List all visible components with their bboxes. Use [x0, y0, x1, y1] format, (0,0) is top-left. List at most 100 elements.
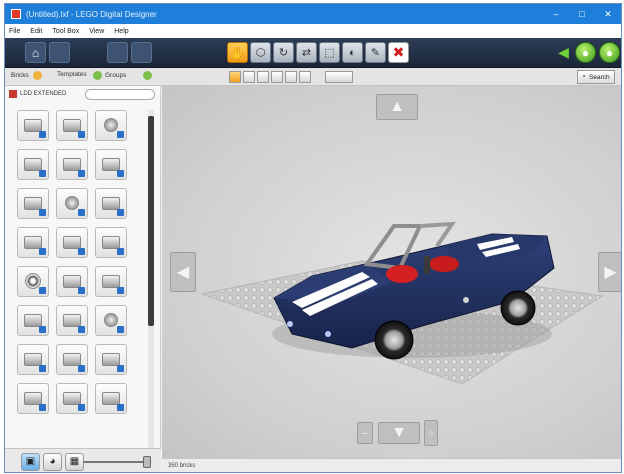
brick-tile[interactable]	[17, 227, 49, 258]
hide-tool-button[interactable]: ◐	[342, 42, 363, 63]
build-guide-button[interactable]: ●	[599, 42, 620, 63]
brick-tile[interactable]	[17, 110, 49, 141]
subtool-6-button[interactable]	[299, 71, 311, 83]
rotate-left-button[interactable]: ◀	[170, 252, 196, 292]
scene-svg	[200, 221, 604, 385]
brick-thumbnail	[104, 118, 118, 132]
filter-bricks-button[interactable]: ▣	[21, 453, 40, 471]
brick-tile[interactable]	[95, 188, 127, 219]
variant-badge-icon	[78, 131, 85, 138]
used-bricks-button[interactable]: ▦	[65, 453, 84, 471]
brick-tile[interactable]	[17, 344, 49, 375]
variant-badge-icon	[117, 170, 124, 177]
tab-groups[interactable]: Groups	[93, 71, 126, 80]
lego-car-model[interactable]	[272, 221, 555, 360]
brick-tile[interactable]	[56, 110, 88, 141]
clone-icon: ⬡	[255, 47, 266, 59]
brick-tile[interactable]	[17, 266, 49, 297]
add-group-button[interactable]	[143, 71, 155, 80]
main-toolbar: ⌂ ✋ ⬡ ↻ ⇄ ⬚ ◐ ✎ ✖ ◀ ● ●	[5, 38, 621, 68]
palette-footer: ▣ ◕ ▦	[5, 448, 161, 472]
brick-tile[interactable]	[95, 266, 127, 297]
stack-icon: ▦	[69, 456, 80, 467]
brick-tile[interactable]	[95, 344, 127, 375]
minimize-button[interactable]: –	[543, 4, 569, 24]
flex-tool-button[interactable]: ⇄	[296, 42, 317, 63]
clone-tool-button[interactable]: ⬡	[250, 42, 271, 63]
scrollbar-thumb[interactable]	[148, 116, 154, 326]
brick-tile[interactable]	[56, 305, 88, 336]
brick-palette: LDD EXTENDED ▣ ◕ ▦	[5, 86, 161, 472]
toolbar-blank-button-2[interactable]	[107, 42, 128, 63]
rotate-right-button[interactable]: ▶	[598, 252, 621, 292]
brick-tile[interactable]	[95, 383, 127, 414]
brick-tile[interactable]	[95, 305, 127, 336]
subtool-4-button[interactable]	[271, 71, 283, 83]
brick-tile[interactable]	[17, 149, 49, 180]
brick-tile[interactable]	[95, 149, 127, 180]
hinge-tool-button[interactable]: ↻	[273, 42, 294, 63]
zoom-in-button[interactable]: ○	[424, 420, 438, 446]
variant-badge-icon	[117, 326, 124, 333]
brick-tile[interactable]	[17, 383, 49, 414]
app-icon	[11, 9, 21, 19]
subtool-3-button[interactable]	[257, 71, 269, 83]
subtool-2-button[interactable]	[243, 71, 255, 83]
decorate-tool-button[interactable]: ✎	[365, 42, 386, 63]
arrow-down-icon: ▼	[391, 424, 407, 441]
brick-thumbnail	[65, 196, 79, 210]
close-button[interactable]: ✕	[595, 4, 621, 24]
home-button[interactable]: ⌂	[25, 42, 46, 63]
variant-badge-icon	[39, 131, 46, 138]
variant-badge-icon	[39, 248, 46, 255]
subtool-5-button[interactable]	[285, 71, 297, 83]
slider-knob[interactable]	[143, 456, 151, 468]
rotate-down-button[interactable]: ▼	[378, 422, 420, 444]
hide-icon: ◐	[349, 46, 356, 59]
brick-tile[interactable]	[17, 305, 49, 336]
brick-tile[interactable]	[56, 227, 88, 258]
brick-tile[interactable]	[56, 344, 88, 375]
toolbar-blank-button-1[interactable]	[49, 42, 70, 63]
tab-bricks[interactable]: Bricks	[11, 71, 45, 80]
rotate-up-button[interactable]: ▲	[376, 94, 418, 120]
tab-templates-label: Templates	[57, 71, 87, 78]
thumbnail-size-slider[interactable]	[83, 461, 151, 463]
palette-search-input[interactable]	[85, 89, 155, 100]
variant-badge-icon	[117, 404, 124, 411]
undo-arrow-button[interactable]: ◀	[553, 42, 574, 63]
tab-templates[interactable]: Templates	[57, 71, 87, 78]
green-globe-icon: ●	[581, 45, 590, 60]
menu-file[interactable]: File	[9, 28, 20, 35]
color-palette-button[interactable]: ◕	[43, 453, 62, 471]
3d-viewport[interactable]: ▲ ◀ ▶ – ▼ ○	[162, 86, 621, 458]
brick-filter-icon: ▣	[25, 456, 36, 467]
subtool-1-button[interactable]	[229, 71, 241, 83]
zoom-icon: ○	[428, 428, 434, 438]
brick-tile[interactable]	[17, 188, 49, 219]
view-mode-button[interactable]: ●	[575, 42, 596, 63]
menu-help[interactable]: Help	[114, 28, 128, 35]
app-window: (Untitled).lxf - LEGO Digital Designer –…	[4, 3, 622, 473]
bricks-tab-icon	[32, 71, 42, 80]
search-button[interactable]: ⌕ Search	[577, 70, 615, 84]
subtool-7-button[interactable]	[325, 71, 353, 83]
paint-tool-button[interactable]: ⬚	[319, 42, 340, 63]
title-bar: (Untitled).lxf - LEGO Digital Designer –…	[5, 4, 621, 24]
palette-scrollbar[interactable]	[148, 110, 154, 460]
brick-tile[interactable]	[56, 383, 88, 414]
brick-tile[interactable]	[56, 188, 88, 219]
tab-groups-label: Groups	[105, 72, 127, 79]
maximize-button[interactable]: □	[569, 4, 595, 24]
brick-tile[interactable]	[95, 110, 127, 141]
brick-tile[interactable]	[56, 149, 88, 180]
menu-view[interactable]: View	[89, 28, 104, 35]
toolbar-blank-button-3[interactable]	[131, 42, 152, 63]
menu-edit[interactable]: Edit	[30, 28, 42, 35]
brick-tile[interactable]	[95, 227, 127, 258]
menu-toolbox[interactable]: Tool Box	[52, 28, 79, 35]
delete-tool-button[interactable]: ✖	[388, 42, 409, 63]
zoom-out-button[interactable]: –	[357, 422, 373, 444]
brick-tile[interactable]	[56, 266, 88, 297]
select-tool-button[interactable]: ✋	[227, 42, 248, 63]
